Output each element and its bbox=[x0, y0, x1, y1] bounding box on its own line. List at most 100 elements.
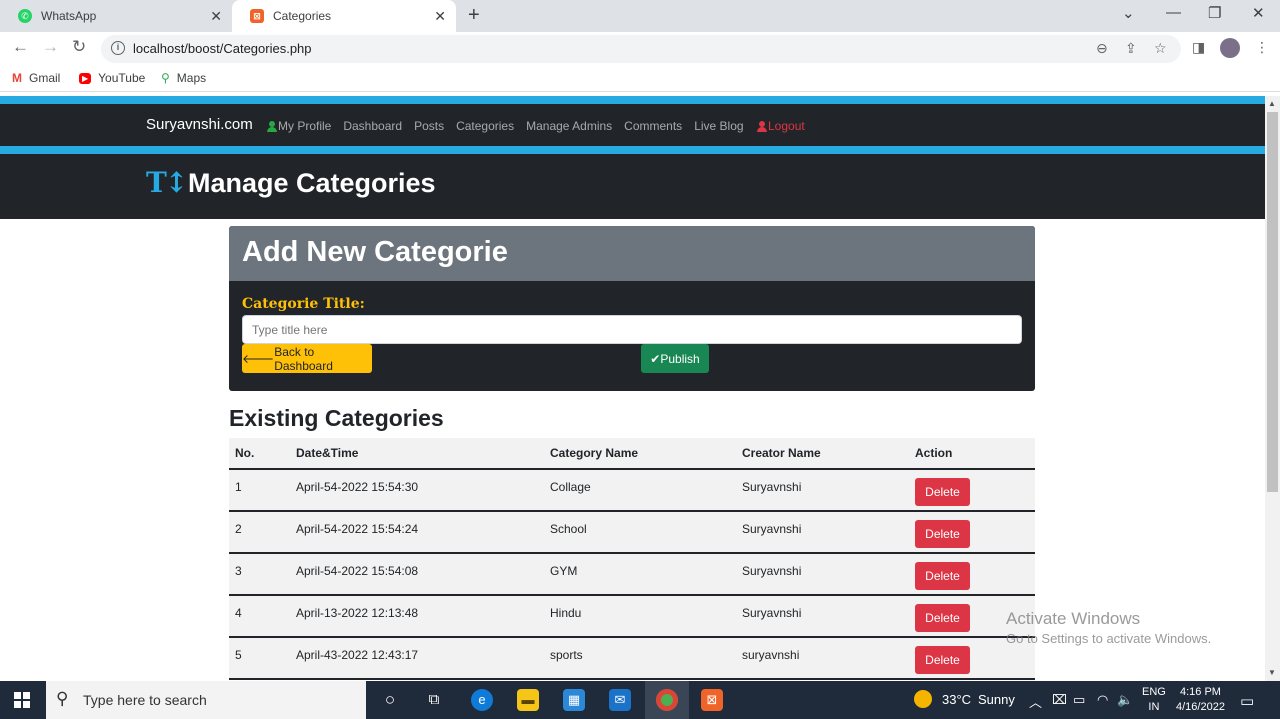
url-text[interactable]: localhost/boost/Categories.php bbox=[133, 41, 312, 56]
delete-button[interactable]: Delete bbox=[915, 604, 970, 632]
tab-search-icon[interactable]: ⌄ bbox=[1122, 4, 1135, 22]
search-placeholder: Type here to search bbox=[83, 692, 207, 708]
bookmark-maps[interactable]: ⚲ Maps bbox=[161, 71, 206, 85]
weather-text[interactable]: Sunny bbox=[978, 692, 1015, 707]
weather-temp[interactable]: 33°C bbox=[942, 692, 971, 707]
nav-dashboard[interactable]: Dashboard bbox=[343, 119, 402, 133]
cell-creator-name: suryavnshi bbox=[736, 637, 909, 680]
watermark-subtitle: Go to Settings to activate Windows. bbox=[1006, 631, 1212, 646]
table-row: 2 April-54-2022 15:54:24 School Suryavns… bbox=[229, 511, 1035, 554]
bookmark-youtube[interactable]: ▶ YouTube bbox=[79, 71, 145, 85]
category-title-input[interactable] bbox=[242, 315, 1022, 344]
logout-label: Logout bbox=[768, 119, 805, 133]
taskbar-search[interactable]: ⚲ Type here to search bbox=[46, 681, 366, 719]
delete-button[interactable]: Delete bbox=[915, 478, 970, 506]
chrome-icon[interactable] bbox=[656, 689, 678, 711]
delete-button[interactable]: Delete bbox=[915, 520, 970, 548]
delete-button[interactable]: Delete bbox=[915, 562, 970, 590]
bookmark-label: Maps bbox=[176, 71, 207, 85]
cortana-icon[interactable]: ○ bbox=[379, 689, 401, 711]
xampp-icon[interactable]: ⊠ bbox=[701, 689, 723, 711]
share-icon[interactable]: ⇪ bbox=[1125, 40, 1137, 57]
publish-button[interactable]: ✔ Publish bbox=[641, 344, 709, 373]
arrow-left-icon: 🡐 bbox=[242, 352, 275, 366]
cell-action: Delete bbox=[909, 553, 1035, 596]
tab-categories[interactable]: ⊠ Categories ✕ bbox=[232, 0, 456, 32]
cell-category-name: GYM bbox=[544, 553, 736, 596]
scrollbar-thumb[interactable] bbox=[1267, 112, 1278, 492]
clock-date: 4/16/2022 bbox=[1176, 701, 1225, 713]
cell-category-name: School bbox=[544, 511, 736, 554]
back-icon[interactable]: ← bbox=[12, 37, 29, 57]
edge-icon[interactable]: e bbox=[471, 689, 493, 711]
new-tab-icon[interactable]: + bbox=[468, 4, 480, 27]
weather-sun-icon[interactable] bbox=[914, 690, 932, 708]
close-tab-icon[interactable]: ✕ bbox=[434, 8, 446, 25]
tab-whatsapp[interactable]: ✆ WhatsApp ✕ bbox=[0, 0, 232, 32]
system-clock[interactable]: 4:16 PM 4/16/2022 bbox=[1176, 685, 1225, 715]
cell-datetime: April-13-2022 12:13:48 bbox=[290, 595, 544, 638]
nav-logout[interactable]: Logout bbox=[757, 119, 805, 133]
windows-taskbar: ⚲ Type here to search ○ ⧉ e ▬ ▦ ✉ ⊠ 33°C… bbox=[0, 681, 1280, 719]
table-row: 5 April-43-2022 12:43:17 sports suryavns… bbox=[229, 637, 1035, 680]
nav-live-blog[interactable]: Live Blog bbox=[694, 119, 743, 133]
forward-icon[interactable]: → bbox=[42, 37, 59, 57]
file-explorer-icon[interactable]: ▬ bbox=[517, 689, 539, 711]
cell-creator-name: Suryavnshi bbox=[736, 469, 909, 512]
language-indicator[interactable]: ENG IN bbox=[1142, 685, 1166, 715]
cell-category-name: Hindu bbox=[544, 595, 736, 638]
menu-icon[interactable]: ⋮ bbox=[1255, 39, 1269, 56]
col-category-name: Category Name bbox=[544, 438, 736, 470]
address-bar[interactable]: i localhost/boost/Categories.php ⊖ ⇪ ☆ bbox=[101, 35, 1181, 63]
restore-icon[interactable]: ❐ bbox=[1208, 4, 1221, 22]
close-window-icon[interactable]: ✕ bbox=[1252, 4, 1265, 22]
gmail-icon: M bbox=[12, 71, 22, 85]
nav-categories[interactable]: Categories bbox=[456, 119, 514, 133]
battery-icon[interactable]: ▭ bbox=[1073, 692, 1085, 708]
nav-my-profile[interactable]: My Profile bbox=[267, 119, 331, 133]
mail-icon[interactable]: ✉ bbox=[609, 689, 631, 711]
bookmark-star-icon[interactable]: ☆ bbox=[1154, 40, 1167, 57]
nav-label: My Profile bbox=[278, 119, 332, 133]
chevron-up-icon[interactable]: ︿ bbox=[1029, 692, 1042, 711]
text-height-icon: T↕ bbox=[146, 166, 188, 199]
table-row: 4 April-13-2022 12:13:48 Hindu Suryavnsh… bbox=[229, 595, 1035, 638]
card-title: Add New Categorie bbox=[242, 236, 508, 268]
nav-posts[interactable]: Posts bbox=[414, 119, 444, 133]
volume-icon[interactable]: 🔈 bbox=[1117, 692, 1133, 708]
nav-comments[interactable]: Comments bbox=[624, 119, 682, 133]
site-info-icon[interactable]: i bbox=[111, 41, 125, 55]
scroll-down-icon[interactable]: ▼ bbox=[1268, 668, 1276, 677]
reload-icon[interactable]: ↻ bbox=[72, 37, 86, 57]
zoom-icon[interactable]: ⊖ bbox=[1096, 40, 1108, 57]
top-accent-stripe bbox=[0, 96, 1265, 104]
meet-now-icon[interactable]: ⌧ bbox=[1052, 692, 1067, 708]
wifi-icon[interactable]: ◠ bbox=[1097, 692, 1108, 708]
cell-category-name: Collage bbox=[544, 469, 736, 512]
cell-creator-name: Suryavnshi bbox=[736, 553, 909, 596]
button-label: Publish bbox=[660, 351, 700, 366]
side-panel-icon[interactable]: ◨ bbox=[1192, 39, 1205, 56]
existing-categories-heading: Existing Categories bbox=[229, 405, 444, 431]
back-to-dashboard-button[interactable]: 🡐 Back to Dashboard bbox=[242, 344, 372, 373]
store-icon[interactable]: ▦ bbox=[563, 689, 585, 711]
notifications-icon[interactable]: ▭ bbox=[1240, 692, 1254, 710]
task-view-icon[interactable]: ⧉ bbox=[423, 689, 445, 711]
browser-tabstrip: ✆ WhatsApp ✕ ⊠ Categories ✕ + ⌄ — ❐ ✕ bbox=[0, 0, 1280, 32]
windows-start-icon[interactable] bbox=[14, 692, 30, 708]
delete-button[interactable]: Delete bbox=[915, 646, 970, 674]
table-header-row: No. Date&Time Category Name Creator Name… bbox=[229, 438, 1035, 470]
cell-no: 4 bbox=[229, 595, 290, 638]
page-scrollbar[interactable]: ▲ ▼ bbox=[1265, 96, 1280, 681]
scroll-up-icon[interactable]: ▲ bbox=[1268, 99, 1276, 108]
close-tab-icon[interactable]: ✕ bbox=[210, 8, 222, 25]
cell-datetime: April-54-2022 15:54:08 bbox=[290, 553, 544, 596]
page-title: Manage Categories bbox=[188, 168, 436, 198]
site-brand[interactable]: Suryavnshi.com bbox=[146, 116, 253, 133]
cell-action: Delete bbox=[909, 511, 1035, 554]
profile-avatar[interactable] bbox=[1220, 38, 1240, 58]
col-datetime: Date&Time bbox=[290, 438, 544, 470]
bookmark-gmail[interactable]: M Gmail bbox=[12, 71, 60, 85]
minimize-icon[interactable]: — bbox=[1166, 4, 1181, 21]
nav-manage-admins[interactable]: Manage Admins bbox=[526, 119, 612, 133]
